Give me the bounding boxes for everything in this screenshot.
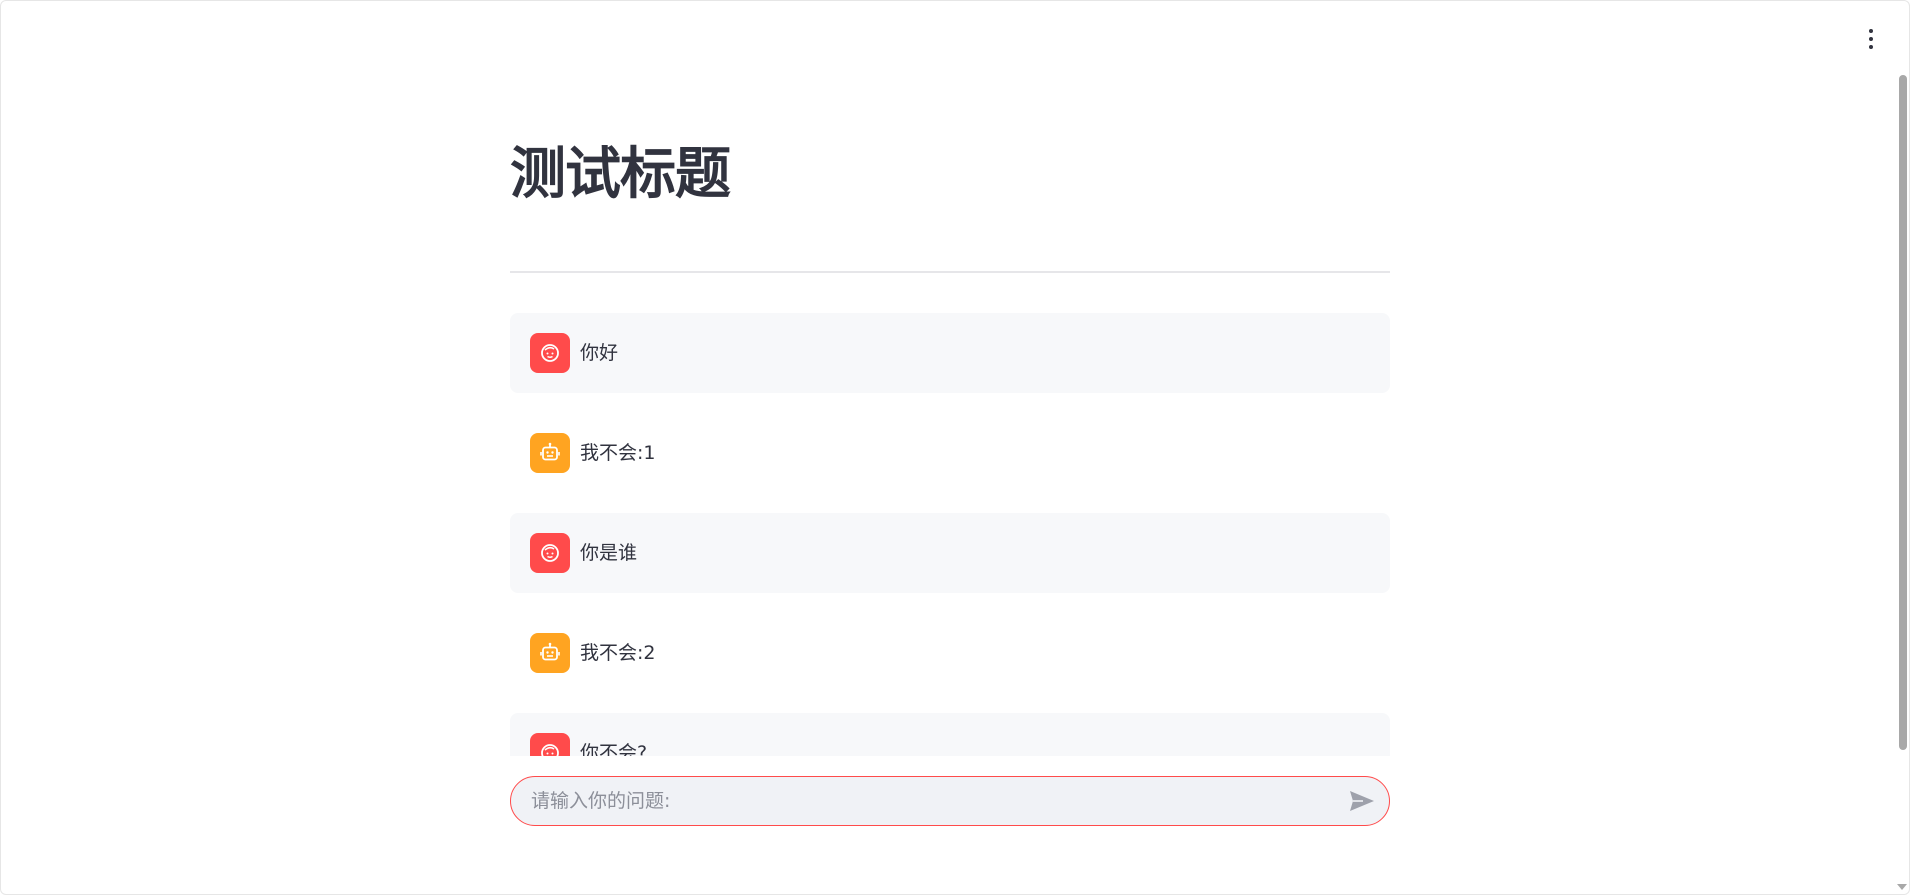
menu-dot bbox=[1869, 29, 1873, 33]
message-text: 你好 bbox=[580, 342, 619, 364]
chat-message-user: 你好 bbox=[510, 313, 1390, 393]
scroll-down-arrow-icon[interactable] bbox=[1897, 884, 1907, 890]
message-text: 我不会:1 bbox=[580, 442, 656, 464]
scrollbar[interactable] bbox=[1897, 1, 1909, 894]
chat-message-assistant: 我不会:2 bbox=[510, 613, 1390, 693]
user-face-icon bbox=[530, 333, 570, 373]
scrollbar-thumb[interactable] bbox=[1899, 75, 1907, 750]
chat-message-user: 你是谁 bbox=[510, 513, 1390, 593]
more-vertical-icon[interactable] bbox=[1859, 25, 1883, 53]
send-icon[interactable] bbox=[1349, 789, 1375, 813]
user-face-icon bbox=[530, 733, 570, 756]
chat-message-list: 你好 我不会:1 你是谁 我不会:2 你不会? bbox=[510, 313, 1390, 756]
divider bbox=[510, 271, 1390, 273]
main-content: 测试标题 你好 我不会:1 你是谁 我不会:2 你不会? bbox=[510, 1, 1390, 756]
chat-input[interactable] bbox=[531, 777, 1331, 825]
robot-icon bbox=[530, 433, 570, 473]
robot-icon bbox=[530, 633, 570, 673]
chat-input-container bbox=[510, 776, 1390, 826]
message-text: 你不会? bbox=[580, 742, 648, 756]
app-frame: 测试标题 你好 我不会:1 你是谁 我不会:2 你不会? 请输入你的问题: bbox=[0, 0, 1910, 895]
menu-dot bbox=[1869, 37, 1873, 41]
message-text: 我不会:2 bbox=[580, 642, 656, 664]
page-title: 测试标题 bbox=[510, 142, 731, 207]
chat-message-user: 你不会? bbox=[510, 713, 1390, 756]
user-face-icon bbox=[530, 533, 570, 573]
message-text: 你是谁 bbox=[580, 542, 638, 564]
chat-message-assistant: 我不会:1 bbox=[510, 413, 1390, 493]
menu-dot bbox=[1869, 45, 1873, 49]
